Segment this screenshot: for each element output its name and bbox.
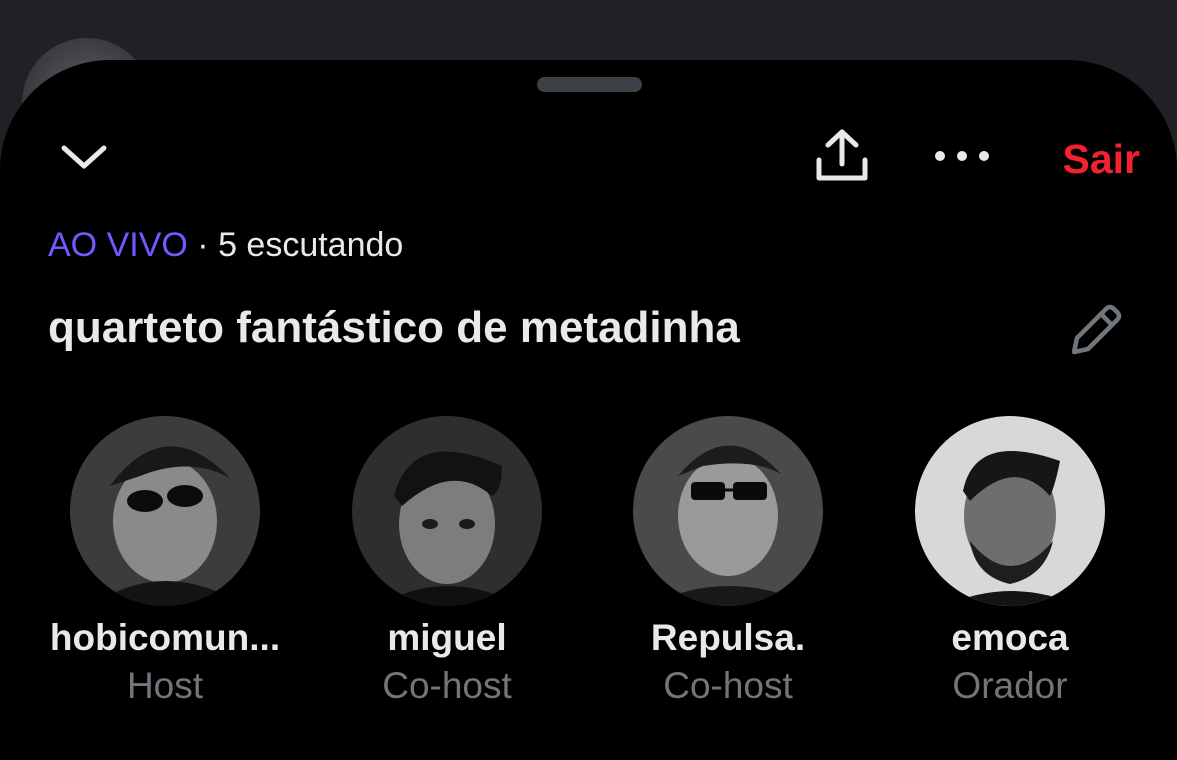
participant-cohost-1[interactable]: miguel Co-host xyxy=(327,416,567,710)
participant-name: hobicomun... xyxy=(49,617,281,658)
avatar[interactable] xyxy=(70,416,260,606)
live-label: AO VIVO xyxy=(48,226,188,264)
live-status: AO VIVO · 5 escutando xyxy=(48,222,403,268)
avatar[interactable] xyxy=(633,416,823,606)
share-button[interactable] xyxy=(810,124,874,188)
participant-role: Orador xyxy=(952,665,1068,706)
pencil-icon xyxy=(1071,304,1122,355)
avatar[interactable] xyxy=(915,416,1105,606)
participant-role: Co-host xyxy=(382,665,512,706)
avatar[interactable] xyxy=(352,416,542,606)
drag-handle[interactable] xyxy=(537,77,642,92)
listener-count: 5 escutando xyxy=(218,226,404,264)
edit-title-button[interactable] xyxy=(1064,298,1128,362)
more-button[interactable] xyxy=(930,140,994,172)
participant-name: emoca xyxy=(951,617,1069,658)
chevron-down-icon xyxy=(61,145,107,169)
collapse-button[interactable] xyxy=(58,136,110,180)
participant-name: miguel xyxy=(387,617,507,658)
participant-name: Repulsa. xyxy=(650,617,806,658)
space-title: quarteto fantástico de metadinha xyxy=(48,303,740,352)
participant-cohost-2[interactable]: Repulsa. Co-host xyxy=(608,416,848,710)
status-separator: · xyxy=(197,226,209,264)
leave-button[interactable]: Sair xyxy=(1040,132,1141,186)
participant-host[interactable]: hobicomun... Host xyxy=(45,416,285,710)
participant-role: Co-host xyxy=(663,665,793,706)
more-icon xyxy=(935,151,989,161)
participant-role: Host xyxy=(126,665,204,706)
participant-speaker[interactable]: emoca Orador xyxy=(890,416,1130,710)
share-icon xyxy=(816,129,868,181)
